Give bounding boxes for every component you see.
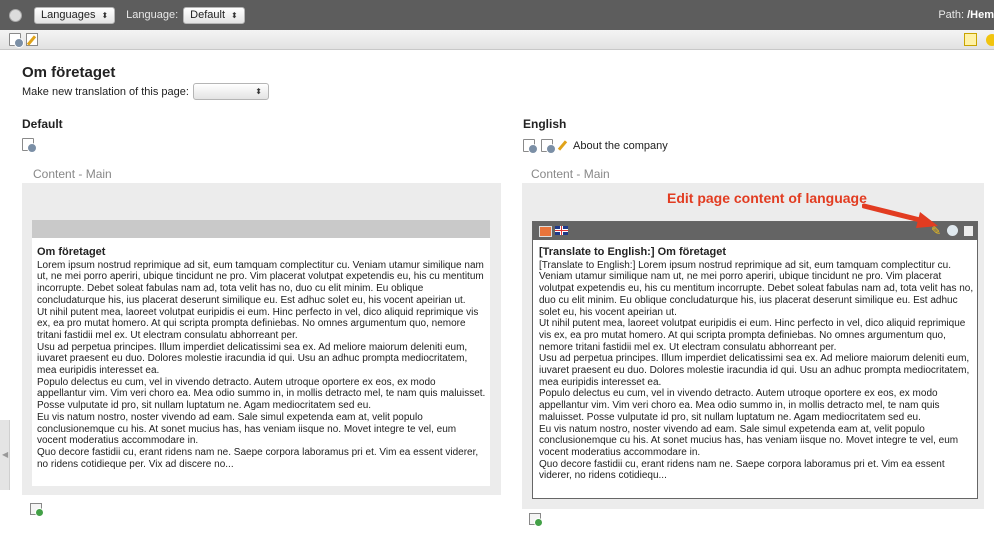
help-icon[interactable] — [986, 34, 994, 46]
paragraph: Lorem ipsum nostrud reprimique ad sit, e… — [37, 259, 484, 306]
collapse-handle[interactable]: ◀ — [0, 420, 10, 490]
paragraph: Quo decore fastidii cu, erant ridens nam… — [539, 458, 945, 482]
edit-page-icon[interactable] — [26, 33, 38, 46]
typo3-logo-icon — [9, 8, 22, 22]
document-toolbar — [0, 30, 994, 50]
new-translation-row: Make new translation of this page: ⬍ — [22, 83, 269, 100]
paragraph: Quo decore fastidii cu, erant ridens nam… — [37, 446, 479, 470]
add-content-icon[interactable] — [30, 503, 44, 517]
new-translation-select[interactable]: ⬍ — [192, 83, 269, 100]
paragraph: Usu ad perpetua principes. Illum imperdi… — [37, 341, 468, 377]
english-column-heading: English — [523, 117, 567, 131]
default-content-text: Om företaget Lorem ipsum nostrud reprimi… — [37, 246, 487, 470]
path-value: /Hem — [967, 9, 994, 21]
default-content-column: Om företaget Lorem ipsum nostrud reprimi… — [22, 183, 501, 495]
view-mode-select[interactable]: Languages ⬍ — [34, 6, 116, 24]
add-content-icon[interactable] — [529, 513, 543, 527]
path-label: Path: — [938, 9, 965, 21]
view-mode-select-value: Languages — [41, 9, 96, 21]
notes-icon[interactable] — [964, 33, 977, 46]
page-properties-icon[interactable] — [541, 139, 556, 154]
default-content-element: Om företaget Lorem ipsum nostrud reprimi… — [32, 220, 490, 486]
content-type-icon — [539, 226, 552, 237]
default-column-heading: Default — [22, 117, 63, 131]
page-path: Path: /Hem — [938, 9, 994, 21]
collapse-arrow-icon: ◀ — [2, 450, 9, 459]
english-section-label: Content - Main — [531, 167, 610, 181]
page-title: Om företaget — [22, 64, 116, 81]
paragraph: Eu vis natum nostro, noster vivendo ad e… — [37, 411, 457, 447]
select-arrows-icon: ⬍ — [231, 10, 238, 20]
new-translation-label: Make new translation of this page: — [22, 85, 189, 98]
default-page-icon[interactable] — [22, 138, 37, 153]
view-page-icon[interactable] — [9, 33, 24, 48]
top-toolbar: Languages ⬍ Language: Default ⬍ Path: /H… — [0, 0, 994, 30]
pencil-icon[interactable] — [558, 139, 570, 152]
language-label: Language: — [126, 9, 179, 21]
paragraph: Usu ad perpetua principes. Illum imperdi… — [539, 353, 970, 388]
annotation-text: Edit page content of language — [667, 190, 867, 206]
trash-icon[interactable] — [964, 226, 973, 236]
english-content-element: ✎ [Translate to English:] Om företaget [… — [532, 221, 978, 499]
english-element-title: [Translate to English:] Om företaget — [539, 246, 727, 258]
select-arrows-icon: ⬍ — [255, 87, 262, 96]
english-page-toolbar: About the company — [523, 139, 668, 154]
english-page-title: About the company — [573, 139, 668, 152]
paragraph: Populo delectus eu cum, vel in vivendo d… — [539, 388, 940, 423]
view-translation-icon[interactable] — [523, 139, 538, 154]
annotation-arrow-icon — [862, 203, 938, 228]
paragraph: Ut nihil putent mea, laoreet volutpat eu… — [37, 306, 479, 341]
default-content-element-header — [32, 220, 490, 238]
language-select[interactable]: Default ⬍ — [183, 6, 245, 24]
default-section-label: Content - Main — [33, 167, 112, 181]
english-content-text: [Translate to English:] Om företaget [Tr… — [539, 246, 975, 482]
paragraph: Ut nihil putent mea, laoreet volutpat eu… — [539, 318, 966, 353]
paragraph: Eu vis natum nostro, noster vivendo ad e… — [539, 423, 959, 458]
language-select-value: Default — [190, 9, 226, 21]
paragraph: [Translate to English:] Lorem ipsum nost… — [539, 259, 974, 318]
eye-icon[interactable] — [947, 225, 958, 236]
uk-flag-icon — [555, 226, 568, 235]
select-arrows-icon: ⬍ — [101, 10, 109, 20]
default-element-title: Om företaget — [37, 246, 106, 258]
paragraph: Populo delectus eu cum, vel in vivendo d… — [37, 376, 486, 412]
